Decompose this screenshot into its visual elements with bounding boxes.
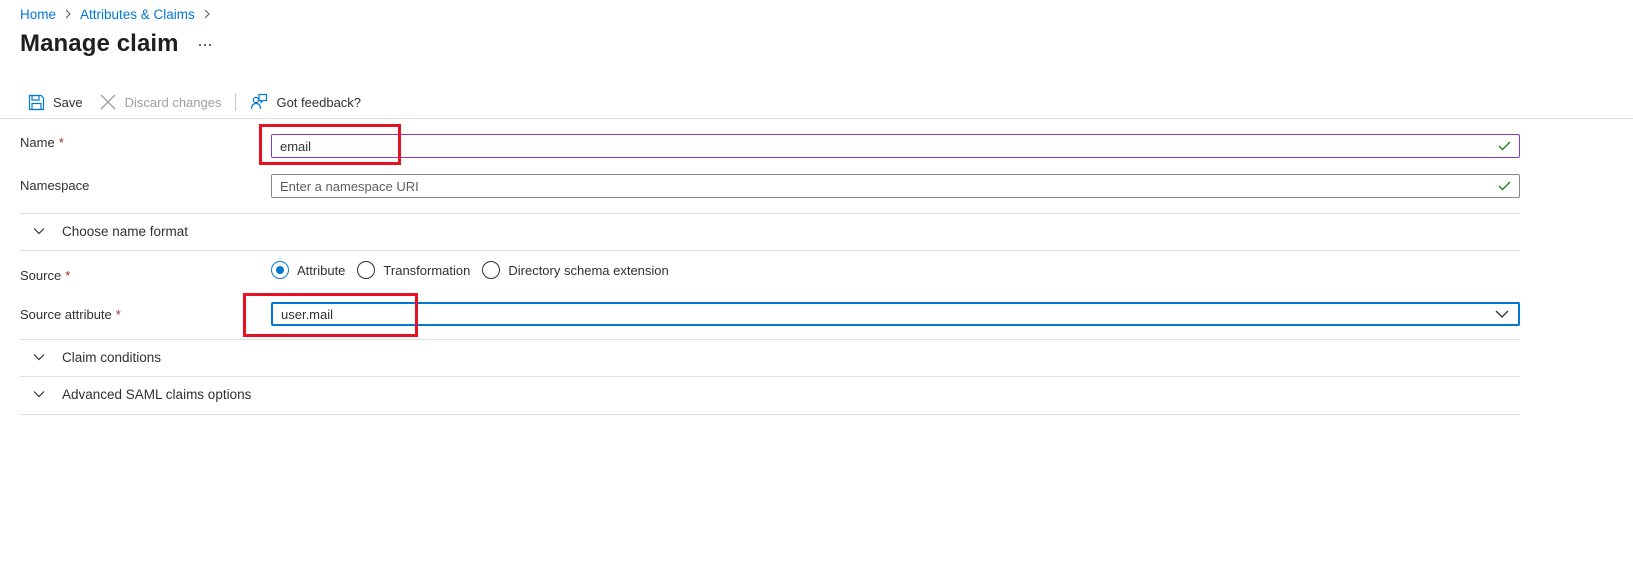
required-marker: * <box>58 135 64 150</box>
toolbar-separator <box>0 118 1633 119</box>
chevron-down-icon <box>32 224 46 238</box>
discard-changes-button[interactable]: Discard changes <box>99 91 222 113</box>
radio-selected-icon <box>271 261 289 279</box>
advanced-saml-expander[interactable]: Advanced SAML claims options <box>20 384 251 404</box>
breadcrumb: Home Attributes & Claims <box>20 5 219 23</box>
name-field[interactable] <box>271 134 1520 158</box>
discard-changes-label: Discard changes <box>124 94 222 110</box>
source-attribute-value: user.mail <box>281 306 334 322</box>
namespace-field[interactable] <box>271 174 1520 198</box>
breadcrumb-home-link[interactable]: Home <box>20 7 56 22</box>
source-transformation-radio[interactable]: Transformation <box>357 261 470 279</box>
claim-conditions-expander[interactable]: Claim conditions <box>20 347 161 367</box>
section-divider <box>20 339 1520 340</box>
source-radio-group: Attribute Transformation Directory schem… <box>271 260 681 280</box>
required-marker: * <box>65 268 71 283</box>
breadcrumb-attributes-claims-link[interactable]: Attributes & Claims <box>80 7 195 22</box>
save-icon <box>27 93 45 111</box>
name-format-expander[interactable]: Choose name format <box>20 221 188 241</box>
chevron-down-icon <box>32 387 46 401</box>
chevron-down-icon <box>1494 306 1510 322</box>
radio-unselected-icon <box>357 261 376 279</box>
section-divider <box>20 213 1520 214</box>
section-divider <box>20 250 1520 251</box>
source-directory-schema-radio[interactable]: Directory schema extension <box>482 261 669 279</box>
command-bar: Save Discard changes Got feedback? <box>20 91 361 113</box>
feedback-label: Got feedback? <box>276 94 362 110</box>
toolbar-divider <box>235 93 237 111</box>
checkmark-icon <box>1497 179 1511 193</box>
source-label: Source * <box>20 268 71 283</box>
page-title: Manage claim <box>20 30 179 57</box>
more-options-button[interactable] <box>196 36 214 54</box>
name-label: Name * <box>20 135 64 150</box>
save-button[interactable]: Save <box>27 91 83 113</box>
feedback-icon <box>250 93 268 111</box>
source-attribute-dropdown[interactable]: user.mail <box>271 302 1520 326</box>
chevron-down-icon <box>32 350 46 364</box>
save-button-label: Save <box>53 94 83 110</box>
namespace-input[interactable] <box>280 175 1497 197</box>
source-attribute-label: Source attribute * <box>20 307 121 322</box>
feedback-button[interactable]: Got feedback? <box>250 91 361 113</box>
section-divider <box>20 414 1520 415</box>
advanced-saml-label: Advanced SAML claims options <box>62 386 252 402</box>
claim-conditions-label: Claim conditions <box>62 349 162 365</box>
radio-unselected-icon <box>482 261 501 279</box>
name-input[interactable] <box>280 135 1497 157</box>
source-attribute-radio[interactable]: Attribute <box>271 261 345 279</box>
chevron-right-icon <box>64 9 72 19</box>
name-format-label: Choose name format <box>62 223 189 239</box>
required-marker: * <box>115 307 121 322</box>
chevron-right-icon <box>203 9 211 19</box>
section-divider <box>20 376 1520 377</box>
checkmark-icon <box>1497 139 1511 153</box>
ellipsis-icon <box>199 44 211 46</box>
namespace-label: Namespace <box>20 178 90 193</box>
close-icon <box>99 93 117 111</box>
